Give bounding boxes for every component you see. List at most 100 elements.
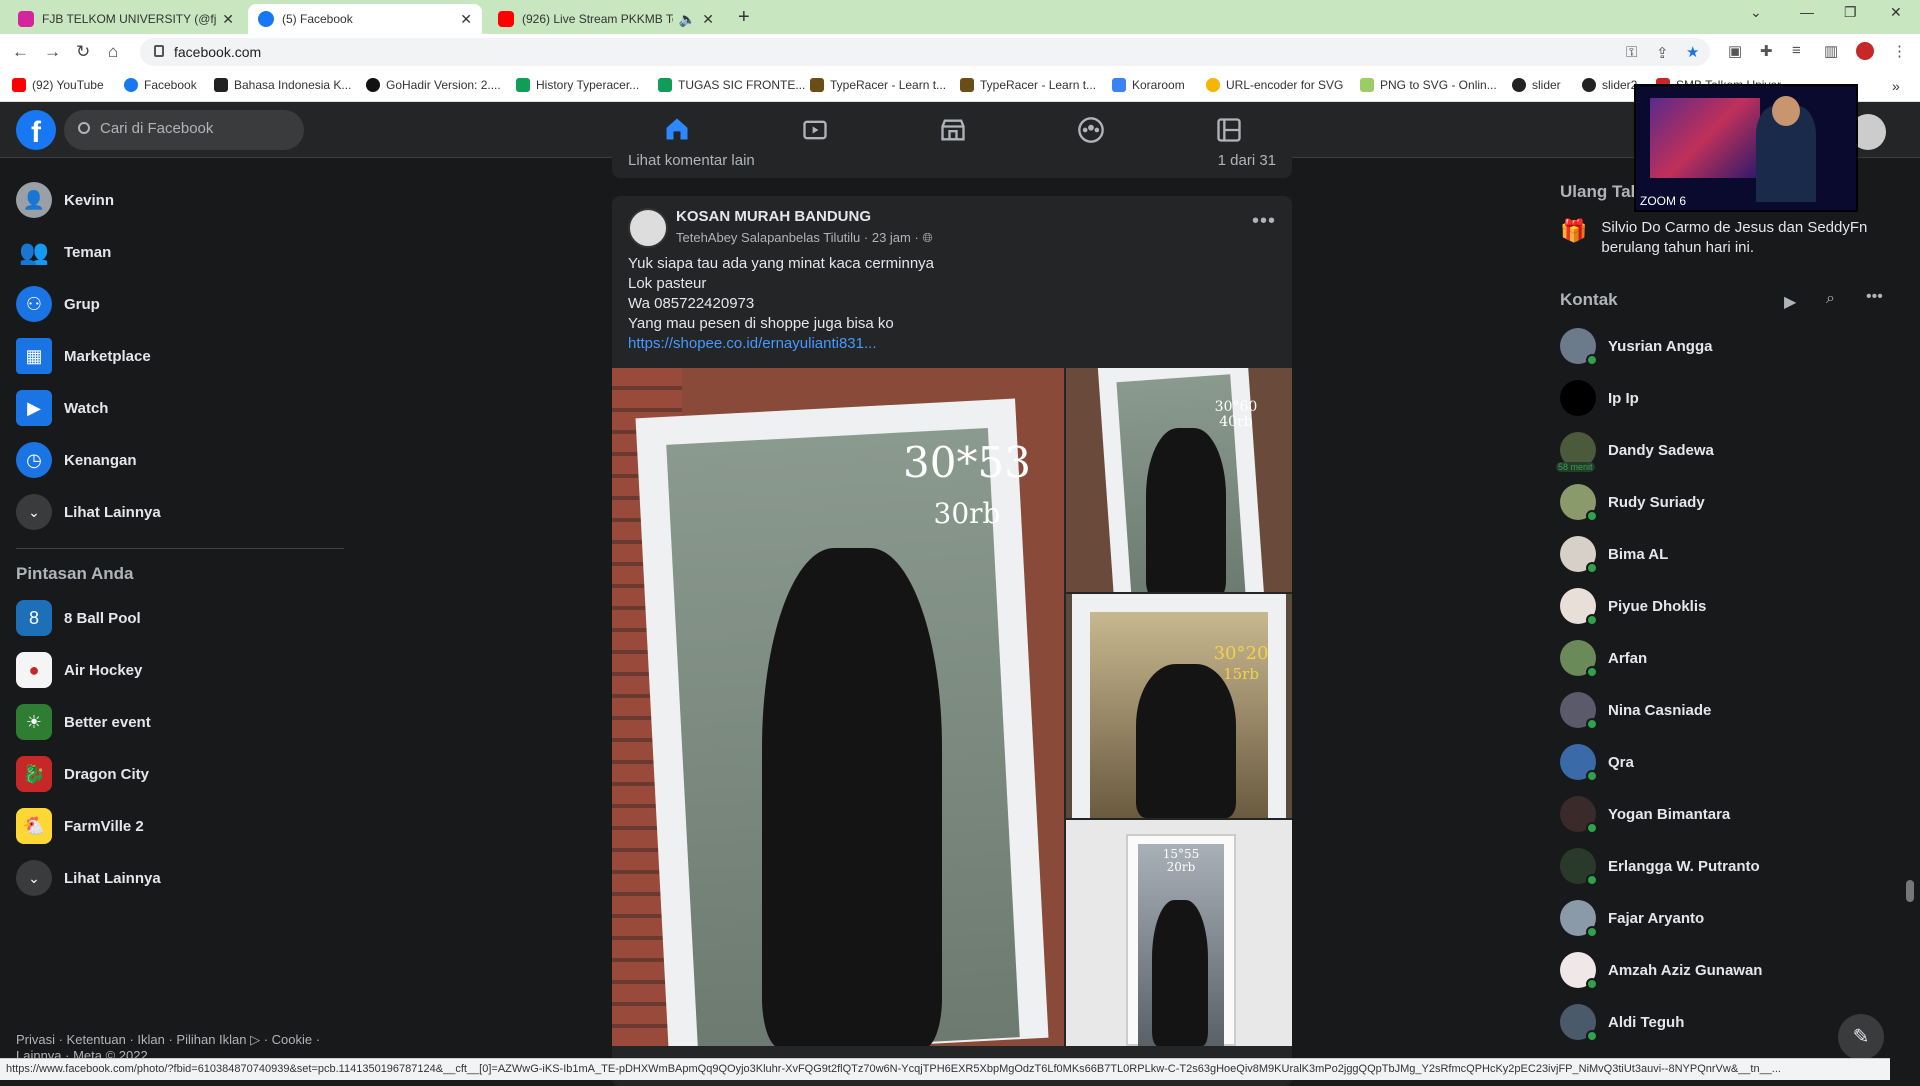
bookmark-item[interactable]: GoHadir Version: 2.... [366, 78, 501, 92]
contact-avatar [1560, 1004, 1598, 1042]
search-input[interactable] [100, 120, 290, 137]
address-url[interactable]: facebook.com [174, 44, 261, 60]
post-photo-thumb[interactable]: 30°20 15rb [1066, 594, 1292, 818]
bookmark-item[interactable]: Koraroom [1112, 78, 1185, 92]
contact-item[interactable]: Erlangga W. Putranto [1560, 840, 1890, 892]
close-tab-icon[interactable]: ✕ [460, 11, 472, 28]
zoom-picture-in-picture[interactable]: ZOOM 6 [1634, 84, 1858, 212]
shortcut-air-hockey[interactable]: ● Air Hockey [8, 644, 348, 696]
address-bar[interactable]: facebook.com ⚿ ⇪ ★ [140, 38, 1710, 66]
post-author-name[interactable]: KOSAN MURAH BANDUNG [676, 208, 871, 225]
shortcut-farmville[interactable]: 🐔 FarmVille 2 [8, 800, 348, 852]
contact-item[interactable]: Rudy Suriady [1560, 476, 1890, 528]
contact-item[interactable]: Yusrian Angga [1560, 320, 1890, 372]
tab-facebook[interactable]: (5) Facebook ✕ [248, 4, 482, 34]
shortcuts-see-more[interactable]: ⌄ Lihat Lainnya [8, 852, 348, 904]
more-bookmarks-icon[interactable]: » [1892, 78, 1900, 94]
media-control-icon[interactable]: ≡ [1792, 42, 1801, 59]
footer-text[interactable]: Privasi · Ketentuan · Iklan · Pilihan Ik… [16, 1032, 320, 1047]
maximize-button[interactable]: ❐ [1844, 4, 1857, 21]
bookmark-item[interactable]: slider2 [1582, 78, 1637, 92]
post-photo-thumb[interactable]: 15°55 20rb [1066, 820, 1292, 1046]
puzzle-extensions-icon[interactable]: ✚ [1760, 42, 1773, 60]
back-button[interactable]: ← [12, 42, 29, 62]
sidebar-item-friends[interactable]: 👥 Teman [8, 226, 348, 278]
post-meta-text[interactable]: TetehAbey Salapanbelas Tilutilu · 23 jam… [676, 230, 922, 245]
marketplace-icon: ▦ [16, 338, 52, 374]
online-status-icon [1586, 978, 1598, 990]
sidebar-item-marketplace[interactable]: ▦ Marketplace [8, 330, 348, 382]
contact-item[interactable]: Qra [1560, 736, 1890, 788]
tab-instagram[interactable]: FJB TELKOM UNIVERSITY (@fjb.te ✕ [8, 4, 244, 34]
forward-button[interactable]: → [44, 42, 61, 62]
tab-youtube[interactable]: (926) Live Stream PKKMB Tel 🔈 ✕ [488, 4, 724, 34]
post-photo-thumb[interactable]: 30°60 40rb [1066, 368, 1292, 592]
post-photo-main[interactable]: 30*53 30rb [612, 368, 1064, 1046]
left-sidebar: 👤 Kevinn 👥 Teman ⚇ Grup ▦ Marketplace ▶ … [0, 158, 360, 1058]
post-more-options-icon[interactable]: ••• [1252, 210, 1276, 233]
bookmark-item[interactable]: URL-encoder for SVG [1206, 78, 1343, 92]
scrollbar-thumb[interactable] [1906, 880, 1914, 902]
bookmark-item[interactable]: TUGAS SIC FRONTE... [658, 78, 805, 92]
home-button[interactable]: ⌂ [108, 42, 118, 62]
shortcut-dragon-city[interactable]: 🐉 Dragon City [8, 748, 348, 800]
sidebar-item-watch[interactable]: ▶ Watch [8, 382, 348, 434]
share-icon[interactable]: ⇪ [1656, 44, 1669, 62]
shortcut-label: Air Hockey [64, 661, 143, 679]
lock-icon[interactable] [154, 45, 164, 57]
profile-avatar-icon[interactable] [1856, 42, 1874, 60]
sidebar-item-profile[interactable]: 👤 Kevinn [8, 174, 348, 226]
contact-item[interactable]: Arfan [1560, 632, 1890, 684]
view-more-comments-link[interactable]: Lihat komentar lain [628, 152, 755, 169]
contact-item[interactable]: Piyue Dhoklis [1560, 580, 1890, 632]
close-tab-icon[interactable]: ✕ [702, 11, 714, 28]
facebook-logo-icon[interactable]: f [16, 110, 56, 150]
contact-name: Erlangga W. Putranto [1608, 857, 1760, 875]
contact-item[interactable]: Fajar Aryanto [1560, 892, 1890, 944]
tab-search-icon[interactable]: ⌄ [1750, 4, 1762, 21]
search-box[interactable] [64, 110, 304, 150]
bookmark-item[interactable]: TypeRacer - Learn t... [810, 78, 946, 92]
dragon-city-icon: 🐉 [16, 756, 52, 792]
shortcut-better-event[interactable]: ☀ Better event [8, 696, 348, 748]
contact-item[interactable]: 58 menit Dandy Sadewa [1556, 424, 1890, 476]
mute-tab-icon[interactable]: 🔈 [679, 11, 696, 28]
bookmark-item[interactable]: slider [1512, 78, 1561, 92]
bookmark-item[interactable]: Facebook [124, 78, 197, 92]
online-status-icon [1586, 666, 1598, 678]
bookmark-item[interactable]: Bahasa Indonesia K... [214, 78, 351, 92]
sidebar-item-label: Lihat Lainnya [64, 503, 161, 521]
close-window-button[interactable]: ✕ [1890, 4, 1902, 21]
sidebar-item-memories[interactable]: ◷ Kenangan [8, 434, 348, 486]
bookmark-item[interactable]: TypeRacer - Learn t... [960, 78, 1096, 92]
contact-name: Qra [1608, 753, 1634, 771]
contact-item[interactable]: Yogan Bimantara [1560, 788, 1890, 840]
shortcut-8-ball-pool[interactable]: 8 8 Ball Pool [8, 592, 348, 644]
extension-icon[interactable]: ▣ [1728, 42, 1742, 60]
sidebar-item-groups[interactable]: ⚇ Grup [8, 278, 348, 330]
contact-item[interactable]: Amzah Aziz Gunawan [1560, 944, 1890, 996]
close-tab-icon[interactable]: ✕ [222, 11, 234, 28]
sidebar-see-more[interactable]: ⌄ Lihat Lainnya [8, 486, 348, 538]
shortcut-label: Better event [64, 713, 151, 731]
key-icon[interactable]: ⚿ [1626, 44, 1637, 61]
post-author-avatar[interactable] [628, 208, 668, 248]
bookmark-item[interactable]: History Typeracer... [516, 78, 639, 92]
reload-button[interactable]: ↻ [76, 42, 90, 62]
chrome-menu-icon[interactable]: ⋮ [1892, 42, 1907, 60]
post-link[interactable]: https://shopee.co.id/ernayulianti831... [628, 335, 877, 352]
side-panel-icon[interactable]: ▥ [1824, 42, 1838, 60]
new-tab-button[interactable]: + [738, 6, 750, 29]
minimize-button[interactable]: — [1800, 4, 1814, 20]
contact-item[interactable]: Nina Casniade [1560, 684, 1890, 736]
typeracer-icon [810, 78, 824, 92]
contact-item[interactable]: Ip Ip [1560, 372, 1890, 424]
person-silhouette [1146, 428, 1226, 592]
online-status-icon [1586, 614, 1598, 626]
bookmark-item[interactable]: (92) YouTube [12, 78, 104, 92]
contact-item[interactable]: Bima AL [1560, 528, 1890, 580]
new-message-button[interactable]: ✎ [1838, 1014, 1884, 1060]
post-text-line: Wa 085722420973 [628, 295, 755, 312]
bookmark-item[interactable]: PNG to SVG - Onlin... [1360, 78, 1497, 92]
bookmark-star-icon[interactable]: ★ [1686, 43, 1699, 61]
